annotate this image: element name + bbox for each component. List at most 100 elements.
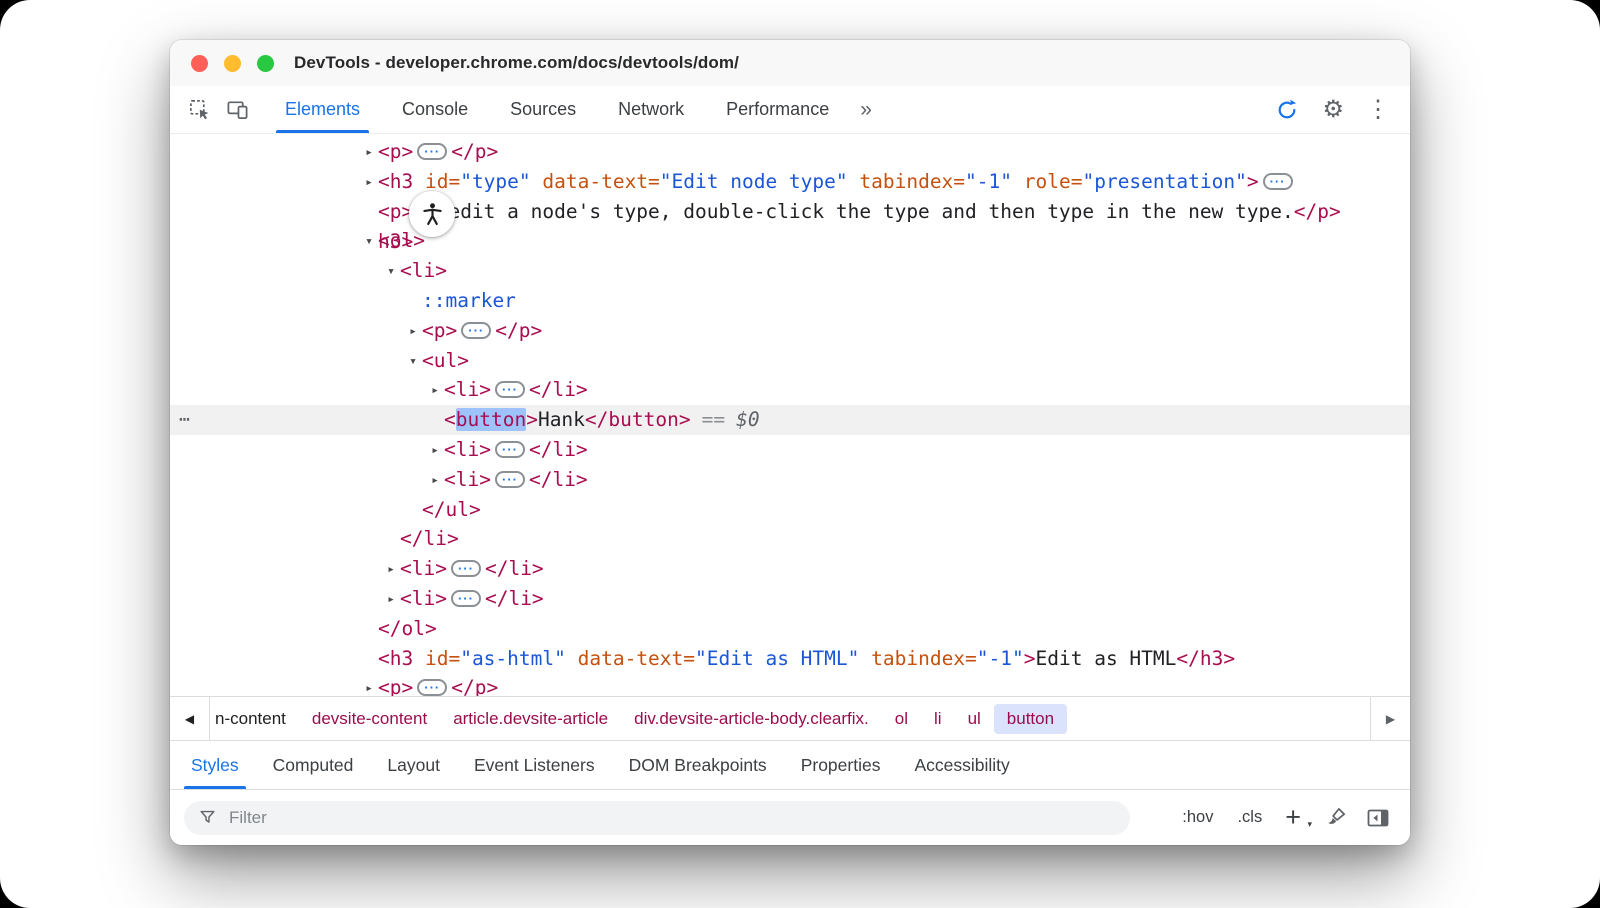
- breadcrumb-item-article-devsite-article[interactable]: article.devsite-article: [440, 704, 621, 734]
- toggle-element-state-button[interactable]: :hov: [1175, 804, 1220, 831]
- tab-elements[interactable]: Elements: [264, 86, 381, 133]
- breadcrumb-item-li[interactable]: li: [921, 704, 955, 734]
- code-token: <h3: [378, 170, 413, 193]
- new-style-rule-button[interactable]: + ▾: [1279, 804, 1311, 831]
- code-token: "as-html": [460, 647, 566, 670]
- collapsed-children-ellipsis-icon[interactable]: ···: [495, 381, 525, 398]
- titlebar: DevTools - developer.chrome.com/docs/dev…: [170, 40, 1410, 86]
- dom-tree-row-selected[interactable]: ⋯<button>Hank</button>==$0: [170, 405, 1410, 435]
- settings-gear-icon[interactable]: ⚙: [1316, 98, 1350, 122]
- code-token: "-1": [977, 647, 1024, 670]
- sidebar-tab-computed[interactable]: Computed: [256, 741, 371, 789]
- code-token: id=: [413, 170, 460, 193]
- collapse-arrow-icon[interactable]: ▾: [382, 257, 400, 287]
- tab-performance[interactable]: Performance: [705, 86, 850, 133]
- expand-arrow-icon[interactable]: ▸: [382, 555, 400, 585]
- expand-arrow-icon[interactable]: ▸: [360, 168, 378, 198]
- dom-tree-row[interactable]: ▾<li>: [170, 256, 1410, 286]
- breadcrumb-item-div-devsite-article-body-clearfix[interactable]: div.devsite-article-body.clearfix.: [621, 704, 882, 734]
- sidebar-tab-dom-breakpoints[interactable]: DOM Breakpoints: [612, 741, 784, 789]
- collapsed-children-ellipsis-icon[interactable]: ···: [417, 679, 447, 696]
- dom-tree-row[interactable]: ::marker: [170, 286, 1410, 316]
- sidebar-tab-layout[interactable]: Layout: [370, 741, 457, 789]
- breadcrumb-scroll-left-icon[interactable]: ◀: [170, 697, 210, 740]
- dom-tree-row[interactable]: ▸<li>···</li>: [170, 584, 1410, 614]
- expand-arrow-icon[interactable]: ▸: [426, 436, 444, 466]
- more-tabs-button[interactable]: »: [850, 86, 882, 133]
- expand-arrow-icon[interactable]: ▸: [426, 466, 444, 496]
- toolbar-right-controls: ⚙ ⋮: [1268, 86, 1396, 133]
- collapse-arrow-icon[interactable]: ▾: [360, 227, 378, 257]
- minimize-window-button[interactable]: [224, 55, 241, 72]
- dom-tree-row[interactable]: ▸<li>···</li>: [170, 435, 1410, 465]
- code-token: </li>: [529, 378, 588, 401]
- expand-arrow-icon[interactable]: ▸: [404, 317, 422, 347]
- close-window-button[interactable]: [191, 55, 208, 72]
- tab-network[interactable]: Network: [597, 86, 705, 133]
- code-token: <li>: [400, 259, 447, 282]
- sidebar-tab-event-listeners[interactable]: Event Listeners: [457, 741, 612, 789]
- dom-tree-row[interactable]: ▸<p>···</p>: [170, 673, 1410, 696]
- reload-icon[interactable]: [1268, 98, 1306, 122]
- collapse-arrow-icon[interactable]: ▾: [404, 347, 422, 377]
- dom-tree-row[interactable]: ▾<ul>: [170, 346, 1410, 376]
- collapsed-children-ellipsis-icon[interactable]: ···: [495, 441, 525, 458]
- code-token: role=: [1012, 170, 1082, 193]
- breadcrumb-item-n-content[interactable]: n-content: [212, 704, 299, 734]
- style-filter-field[interactable]: [184, 801, 1130, 835]
- breadcrumb-item-ul[interactable]: ul: [955, 704, 994, 734]
- code-token: <li>: [444, 378, 491, 401]
- code-token: <h3: [378, 647, 413, 670]
- sidebar-tab-styles[interactable]: Styles: [174, 741, 256, 789]
- inspect-icon[interactable]: [180, 86, 218, 133]
- panel-tab-strip: ElementsConsoleSourcesNetworkPerformance: [264, 86, 850, 133]
- dom-tree-row[interactable]: ▸<h3 id="type" data-text="Edit node type…: [170, 167, 1410, 197]
- dom-tree-row[interactable]: ▸<li>···</li>: [170, 554, 1410, 584]
- expand-arrow-icon[interactable]: ▸: [426, 376, 444, 406]
- collapsed-children-ellipsis-icon[interactable]: ···: [451, 590, 481, 607]
- dom-tree-row[interactable]: ▸<li>···</li>: [170, 375, 1410, 405]
- style-filter-input[interactable]: [227, 807, 1116, 829]
- collapsed-children-ellipsis-icon[interactable]: ···: [461, 322, 491, 339]
- dom-tree-row[interactable]: ▸<p>···</p>: [170, 137, 1410, 167]
- toggle-sidebar-icon[interactable]: [1362, 804, 1394, 832]
- tab-console[interactable]: Console: [381, 86, 489, 133]
- sidebar-tab-accessibility[interactable]: Accessibility: [897, 741, 1026, 789]
- toggle-class-button[interactable]: .cls: [1230, 804, 1269, 831]
- code-token: data-text=: [566, 647, 695, 670]
- dom-tree-row[interactable]: ▸<p>···</p>: [170, 316, 1410, 346]
- collapsed-children-ellipsis-icon[interactable]: ···: [495, 471, 525, 488]
- code-token: "type": [460, 170, 530, 193]
- dom-tree-row[interactable]: <p>To edit a node's type, double-click t…: [170, 197, 1410, 227]
- expand-arrow-icon[interactable]: ▸: [382, 585, 400, 615]
- expand-arrow-icon[interactable]: ▸: [360, 138, 378, 168]
- breadcrumb-item-ol[interactable]: ol: [882, 704, 921, 734]
- filter-funnel-icon: [198, 808, 217, 827]
- code-token: </h3>: [1176, 647, 1235, 670]
- breadcrumb-scroll-right-icon[interactable]: ▶: [1370, 697, 1410, 740]
- node-overflow-menu-icon[interactable]: ⋯: [179, 405, 190, 435]
- rendering-emulation-brush-icon[interactable]: [1321, 804, 1352, 831]
- collapsed-children-ellipsis-icon[interactable]: ···: [451, 560, 481, 577]
- dom-tree-row[interactable]: ▸<li>···</li>: [170, 465, 1410, 495]
- dom-tree-row[interactable]: <h3 id="as-html" data-text="Edit as HTML…: [170, 644, 1410, 674]
- dom-tree-row[interactable]: </ul>: [170, 495, 1410, 525]
- sidebar-tab-properties[interactable]: Properties: [784, 741, 898, 789]
- collapsed-children-ellipsis-icon[interactable]: ···: [417, 143, 447, 160]
- breadcrumb-item-devsite-content[interactable]: devsite-content: [299, 704, 440, 734]
- code-token: <li>: [400, 557, 447, 580]
- dom-tree-row[interactable]: </ol>: [170, 614, 1410, 644]
- expand-arrow-icon[interactable]: ▸: [360, 674, 378, 696]
- breadcrumb-item-button[interactable]: button: [994, 704, 1067, 734]
- dom-tree-row[interactable]: </li>: [170, 524, 1410, 554]
- code-token: To edit a node's type, double-click the …: [413, 200, 1294, 223]
- sidebar-tab-strip: StylesComputedLayoutEvent ListenersDOM B…: [170, 740, 1410, 789]
- kebab-menu-icon[interactable]: ⋮: [1360, 98, 1396, 122]
- device-toolbar-icon[interactable]: [218, 86, 256, 133]
- styles-toolbar-buttons: :hov .cls + ▾: [1175, 804, 1394, 832]
- tab-sources[interactable]: Sources: [489, 86, 597, 133]
- zoom-window-button[interactable]: [257, 55, 274, 72]
- dom-tree-row[interactable]: ▾<ol>: [170, 226, 1410, 256]
- reload-glyph: [1275, 98, 1299, 122]
- collapsed-children-ellipsis-icon[interactable]: ···: [1263, 173, 1293, 190]
